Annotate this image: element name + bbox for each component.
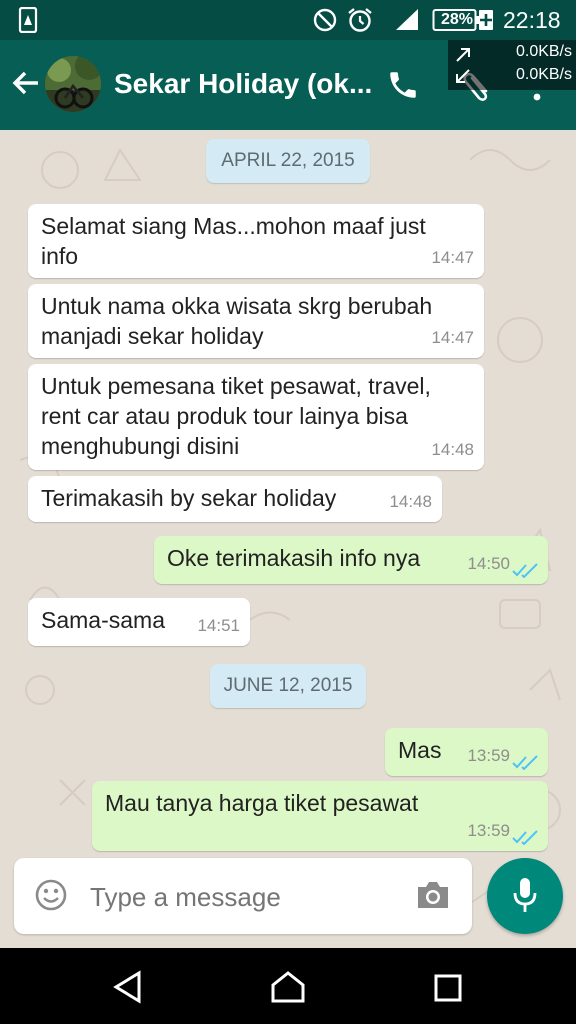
message-line: Untuk pemesana tiket pesawat, travel, [41,373,431,399]
message-line: Selamat siang Mas...mohon maaf just [41,213,426,239]
charging-icon [478,0,494,40]
message-time: 14:48 [431,440,474,459]
message-line: menghubungi disini [41,433,240,459]
network-down: 0.0KB/s [515,66,572,83]
message-time: 14:50 [467,554,510,573]
emoji-icon[interactable] [34,878,68,917]
camera-icon[interactable] [415,878,451,917]
avatar[interactable] [45,56,101,112]
network-up: 0.0KB/s [515,43,572,60]
message-outgoing: Mas 13:59 [385,728,548,776]
message-time: 14:51 [197,616,240,635]
message-composer [14,858,472,934]
navigation-bar [0,948,576,1024]
chat-area[interactable]: APRIL 22, 2015 Selamat siang Mas...mohon… [0,130,576,948]
read-ticks-icon [512,563,538,578]
message-time: 13:59 [467,821,510,840]
battery-percent: 28% [440,11,474,28]
message-line: manjadi sekar holiday [41,323,264,349]
date-divider: JUNE 12, 2015 [210,664,366,708]
message-line: rent car atau produk tour lainya bisa [41,403,408,429]
message-outgoing: Mau tanya harga tiket pesawat 13:59 [92,781,548,851]
message-time: 14:47 [431,328,474,347]
do-not-disturb-icon [312,0,338,40]
message-incoming: Untuk nama okka wisata skrg berubah manja… [28,284,484,358]
mic-icon [513,878,537,912]
message-line: Mau tanya harga tiket pesawat [105,790,419,816]
more-icon[interactable] [530,90,544,108]
message-incoming: Sama-sama 14:51 [28,598,250,646]
read-ticks-icon [512,755,538,770]
read-ticks-icon [512,830,538,845]
clock: 22:18 [503,6,561,33]
download-arrow-icon [456,69,470,83]
message-time: 14:48 [389,492,432,511]
date-divider: APRIL 22, 2015 [206,139,370,183]
back-arrow-icon[interactable] [10,67,42,104]
message-time: 13:59 [467,746,510,765]
message-outgoing: Oke terimakasih info nya 14:50 [154,536,548,584]
contact-name[interactable]: Sekar Holiday (ok... [114,68,372,100]
message-line: Untuk nama okka wisata skrg berubah [41,293,433,319]
phone-icon[interactable] [386,68,420,107]
message-incoming: Untuk pemesana tiket pesawat, travel, ren… [28,364,484,470]
recents-nav-icon[interactable] [434,974,462,1007]
network-speed-overlay: 0.0KB/s 0.0KB/s [448,40,576,90]
message-incoming: Terimakasih by sekar holiday 14:48 [28,476,442,522]
message-time: 14:47 [431,248,474,267]
home-nav-icon[interactable] [270,970,306,1009]
upload-arrow-icon [456,48,470,62]
signal-icon [394,0,420,40]
phone-storage-icon [18,0,38,40]
alarm-icon [346,0,374,40]
back-nav-icon[interactable] [112,970,144,1009]
message-line: Terimakasih by sekar holiday [41,485,337,511]
chat-header: Sekar Holiday (ok... 0.0KB/s 0.0KB/s [0,40,576,130]
message-incoming: Selamat siang Mas...mohon maaf just info … [28,204,484,278]
mic-button[interactable] [487,858,563,934]
message-line: info [41,243,79,269]
message-input[interactable] [88,876,392,918]
status-bar: 28% 22:18 [0,0,576,40]
